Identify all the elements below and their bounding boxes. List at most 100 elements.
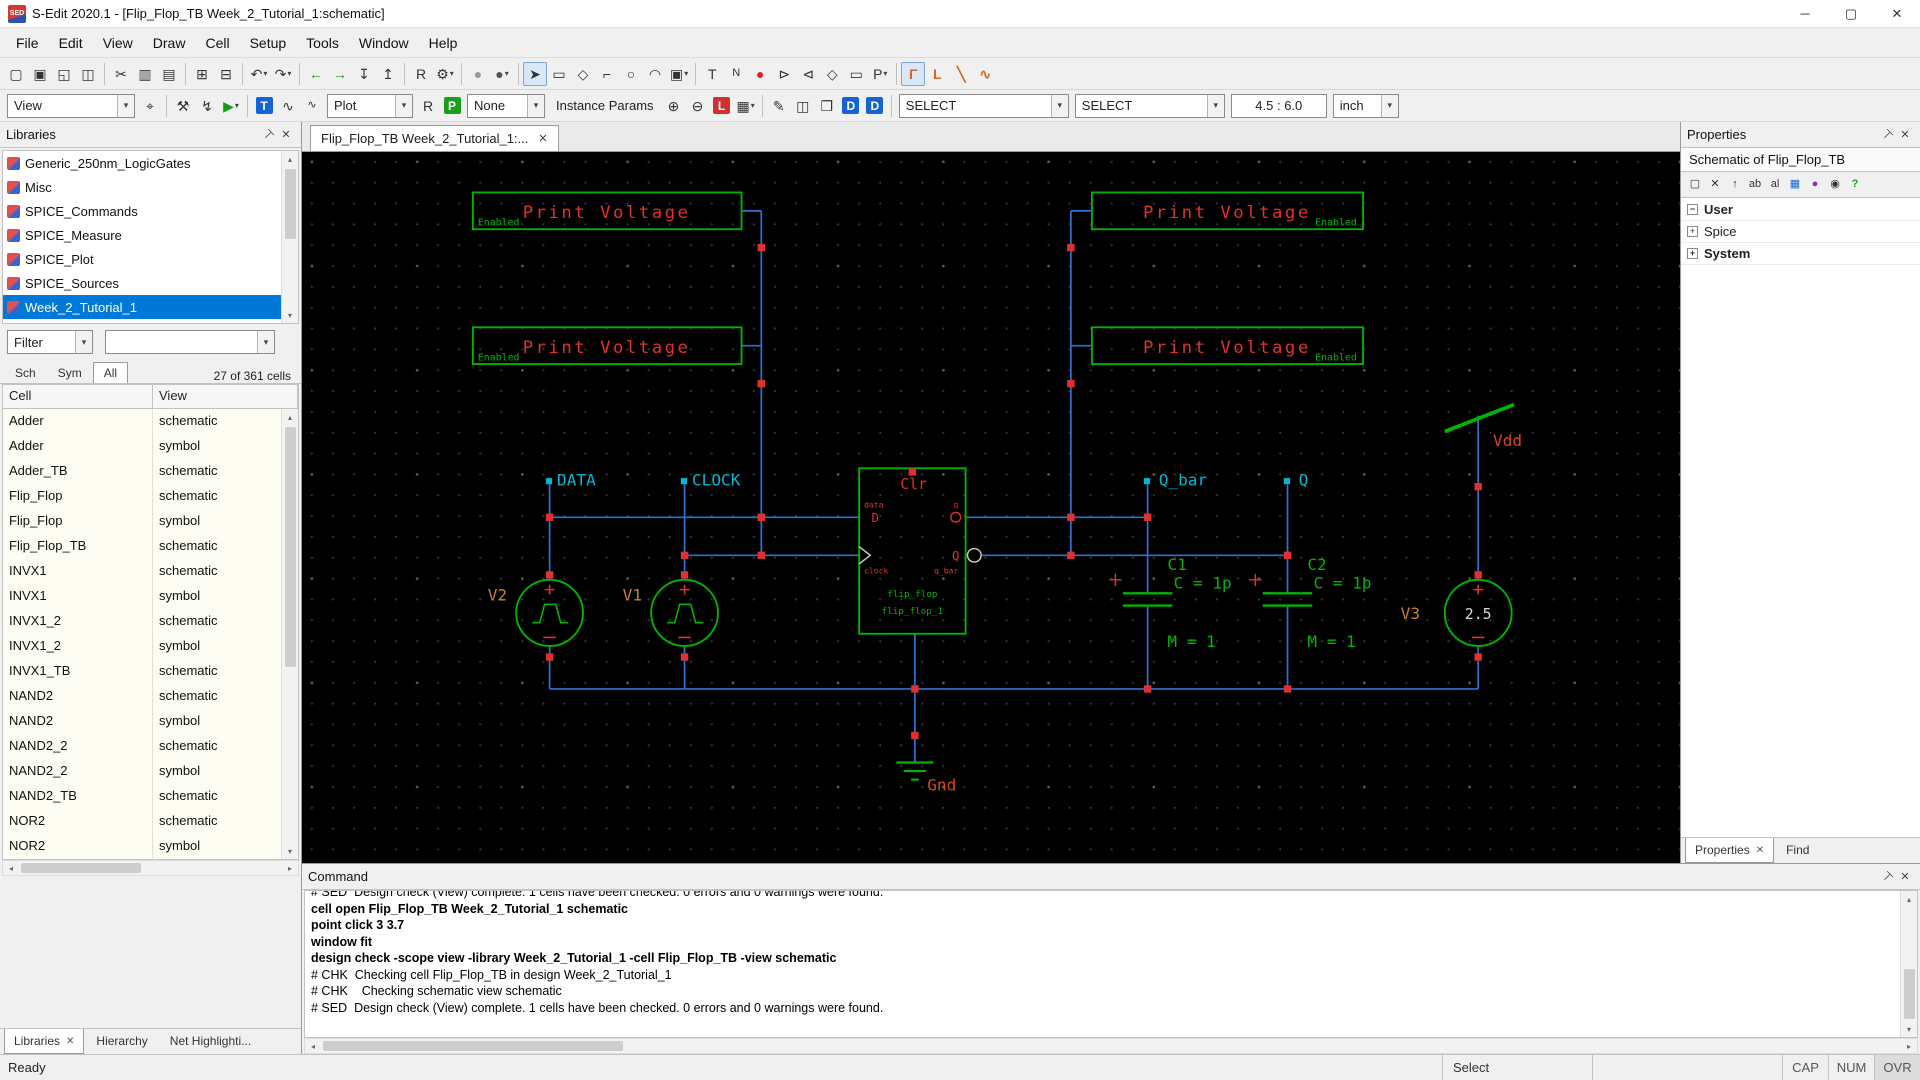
instance-params-button[interactable]: Instance Params [548, 94, 662, 118]
t-spice-button[interactable]: T [252, 94, 276, 118]
record-macro-button[interactable]: ● [466, 62, 490, 86]
units-select-combo[interactable]: inch ▾ [1332, 93, 1399, 118]
scroll-up-icon[interactable]: ▴ [1901, 891, 1917, 907]
library-item[interactable]: SPICE_Sources [3, 271, 281, 295]
probe-tool-button[interactable]: ↯ [195, 94, 219, 118]
table-row[interactable]: Adder symbol [3, 434, 281, 459]
net-label-clock[interactable]: CLOCK [692, 471, 741, 490]
tab-properties[interactable]: Properties ✕ [1685, 838, 1775, 863]
table-row[interactable]: Flip_Flop symbol [3, 509, 281, 534]
select-filter-b-combo[interactable]: SELECT ▾ [1074, 93, 1225, 118]
menu-setup[interactable]: Setup [240, 31, 297, 55]
command-console[interactable]: # SED Design check (View) complete. 1 ce… [304, 890, 1918, 1038]
wire-l-tool-button[interactable]: L [925, 62, 949, 86]
table-row[interactable]: NAND2 schematic [3, 684, 281, 709]
scroll-down-icon[interactable]: ▾ [1901, 1021, 1917, 1037]
table-row[interactable]: NOR2 symbol [3, 834, 281, 859]
wire-manhattan-tool-button[interactable]: Γ [901, 61, 926, 86]
grid-options-button[interactable]: ▦ ▾ [734, 94, 758, 118]
net-label-data[interactable]: DATA [557, 471, 596, 490]
solder-dot-tool-button[interactable]: ● [748, 62, 772, 86]
scroll-right-icon[interactable]: ▸ [1901, 1042, 1917, 1051]
prop-help-button[interactable]: ? [1845, 175, 1865, 195]
prop-visibility-button[interactable]: ◉ [1825, 175, 1845, 195]
paste-from-grid-button[interactable]: ⊟ [214, 62, 238, 86]
print-view-button[interactable]: ❒ [815, 94, 839, 118]
zoom-out-button[interactable]: ⊖ [686, 94, 710, 118]
text-tool-button[interactable]: T [700, 62, 724, 86]
arc-tool-button[interactable]: ◠ [643, 62, 667, 86]
chevron-down-icon[interactable]: ▾ [257, 331, 274, 353]
library-item[interactable]: SPICE_Measure [3, 223, 281, 247]
filter-text-combo[interactable]: ▾ [105, 330, 275, 354]
chevron-down-icon[interactable]: ▾ [1206, 94, 1224, 117]
circle-tool-button[interactable]: ○ [619, 62, 643, 86]
scroll-up-icon[interactable]: ▴ [282, 151, 298, 167]
close-icon[interactable]: ✕ [1756, 845, 1764, 856]
chevron-down-icon[interactable]: ▾ [1380, 94, 1398, 117]
expand-icon[interactable]: + [1687, 248, 1698, 259]
prop-new-button[interactable]: ▢ [1685, 175, 1705, 195]
tab-net-highlighti-[interactable]: Net Highlighti... [160, 1029, 261, 1054]
rectangle-tool-button[interactable]: ▭ [547, 62, 571, 86]
library-item[interactable]: Misc [3, 175, 281, 199]
wire-curve-tool-button[interactable]: ∿ [973, 62, 997, 86]
scroll-right-icon[interactable]: ▸ [282, 864, 298, 873]
close-icon[interactable]: ✕ [66, 1036, 74, 1047]
paste-button[interactable]: ▤ [157, 62, 181, 86]
open-design-button[interactable]: ◱ [52, 62, 76, 86]
scroll-left-icon[interactable]: ◂ [305, 1042, 321, 1051]
minimize-button[interactable]: ─ [1782, 0, 1828, 27]
menu-cell[interactable]: Cell [195, 31, 239, 55]
tab-find[interactable]: Find [1776, 838, 1819, 863]
chevron-down-icon[interactable]: ▾ [235, 101, 239, 110]
home-view-button[interactable]: ⌖ [138, 94, 162, 118]
expand-icon[interactable]: + [1687, 226, 1698, 237]
waveform-voltage-button[interactable]: ∿ [276, 94, 300, 118]
rename-references-button[interactable]: R [409, 62, 433, 86]
document-tab[interactable]: Flip_Flop_TB Week_2_Tutorial_1:... ✕ [310, 125, 559, 151]
console-scrollbar[interactable]: ▴ ▾ [1900, 891, 1917, 1037]
scroll-left-icon[interactable]: ◂ [3, 864, 19, 873]
cell-table-hscrollbar[interactable]: ◂ ▸ [2, 860, 299, 876]
table-row[interactable]: NOR2 schematic [3, 809, 281, 834]
library-list-scrollbar[interactable]: ▴ ▾ [281, 151, 298, 323]
save-all-button[interactable]: ◫ [76, 62, 100, 86]
collapse-icon[interactable]: − [1687, 204, 1698, 215]
redo-button[interactable]: ↷ ▾ [271, 62, 295, 86]
polygon-tool-button[interactable]: ◇ [571, 62, 595, 86]
select-tool-button[interactable]: ➤ [523, 61, 547, 86]
rq-probe-button[interactable]: R [416, 94, 440, 118]
table-row[interactable]: INVX1_2 schematic [3, 609, 281, 634]
copy-button[interactable]: ▥ [133, 62, 157, 86]
table-row[interactable]: Flip_Flop schematic [3, 484, 281, 509]
tab-sch[interactable]: Sch [4, 362, 47, 383]
new-file-button[interactable]: ▢ [4, 62, 28, 86]
column-header-view[interactable]: View [153, 385, 298, 408]
chevron-down-icon[interactable]: ▾ [1050, 94, 1068, 117]
tab-libraries[interactable]: Libraries ✕ [4, 1029, 85, 1054]
go-forward-button[interactable]: → [328, 62, 352, 86]
tab-hierarchy[interactable]: Hierarchy [86, 1029, 157, 1054]
table-row[interactable]: INVX1 schematic [3, 559, 281, 584]
instance-tool-button[interactable]: ▣ ▾ [667, 62, 691, 86]
net-label-tool-button[interactable]: N [724, 62, 748, 86]
waveform-current-button[interactable]: ∿ [300, 94, 324, 118]
view-select-combo[interactable]: View ▾ [7, 93, 135, 118]
table-row[interactable]: Adder_TB schematic [3, 459, 281, 484]
menu-window[interactable]: Window [349, 31, 419, 55]
table-row[interactable]: NAND2_TB schematic [3, 784, 281, 809]
prop-delete-button[interactable]: ✕ [1705, 175, 1725, 195]
tab-all[interactable]: All [92, 362, 129, 383]
plot-select-combo[interactable]: Plot ▾ [327, 93, 413, 118]
design-check-button[interactable]: ⚒ [171, 94, 195, 118]
library-item[interactable]: SPICE_Plot [3, 247, 281, 271]
stop-macro-button[interactable]: ● ▾ [490, 62, 514, 86]
chevron-down-icon[interactable]: ▾ [751, 101, 755, 110]
port-in-tool-button[interactable]: ⊳ [772, 62, 796, 86]
pin-icon[interactable]: ⊤ [1878, 126, 1896, 144]
table-row[interactable]: INVX1_TB schematic [3, 659, 281, 684]
close-icon[interactable]: ✕ [1896, 126, 1914, 144]
chevron-down-icon[interactable]: ▾ [287, 69, 291, 78]
pop-out-of-context-button[interactable]: ↥ [376, 62, 400, 86]
